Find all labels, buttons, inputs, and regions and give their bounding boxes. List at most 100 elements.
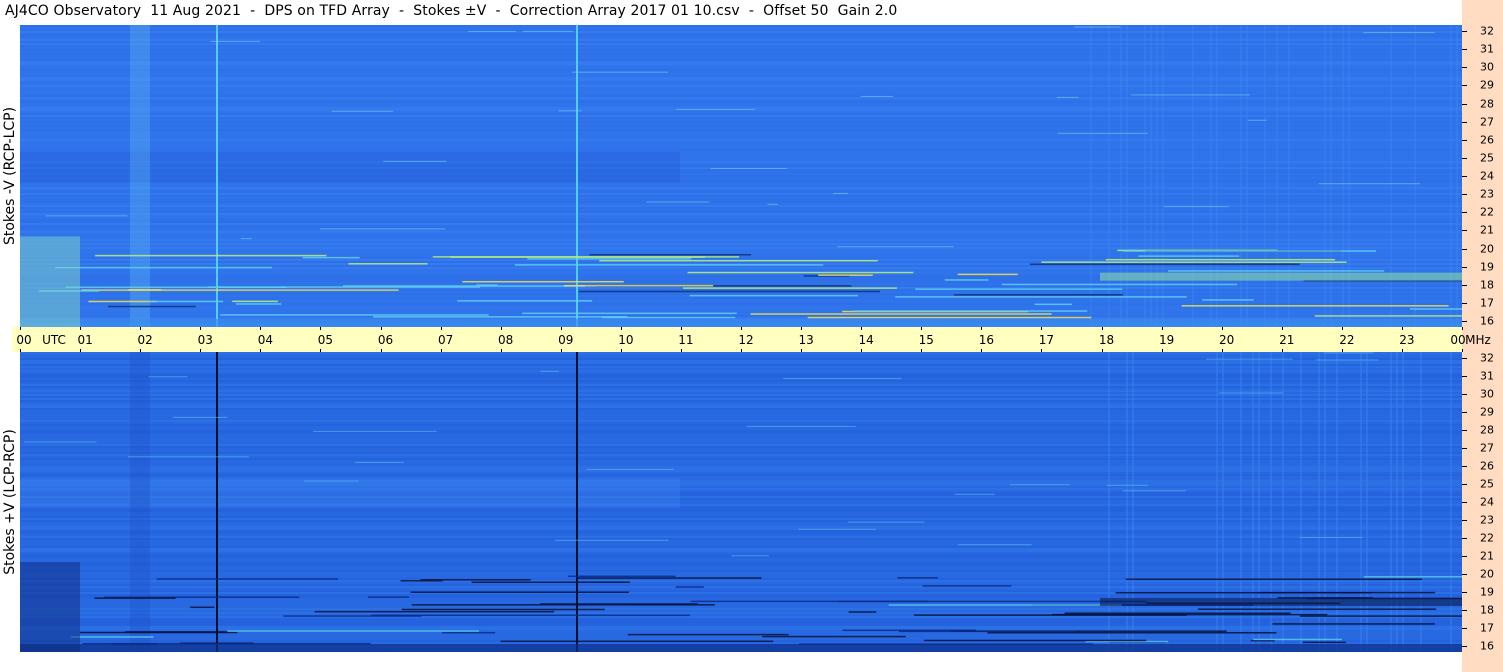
spectrogram-band xyxy=(20,566,1462,568)
spectrogram-band xyxy=(20,530,1462,532)
spectrogram-band xyxy=(20,432,1462,434)
spectrogram-band xyxy=(20,223,1462,225)
spectrogram-signal xyxy=(853,310,1088,312)
spectrogram-band xyxy=(20,79,1462,81)
time-tick-mark xyxy=(20,327,21,330)
spectrogram-signal xyxy=(1315,359,1379,361)
spectrogram-signal xyxy=(555,539,669,541)
time-tick-label: 22 xyxy=(1339,333,1355,347)
bottom-panel-ylabel: Stokes +V (LCP-RCP) xyxy=(2,429,19,575)
spectrogram-band xyxy=(20,466,1462,468)
spectrogram-column xyxy=(1336,352,1338,652)
spectrogram-band xyxy=(20,560,1462,562)
spectrogram-signal xyxy=(1056,96,1079,98)
spectrogram-band xyxy=(20,91,1462,93)
spectrogram-column xyxy=(1126,352,1128,652)
spectrogram-band xyxy=(20,516,1462,518)
frequency-tick-mark xyxy=(1462,139,1467,141)
spectrogram-vline xyxy=(576,352,578,652)
spectrogram-band xyxy=(20,149,1462,151)
spectrogram-signal xyxy=(420,579,531,581)
spectrogram-band xyxy=(20,460,1462,462)
time-tick-label: 17 xyxy=(1038,333,1055,347)
spectrogram-signal xyxy=(564,284,714,287)
time-tick-mark xyxy=(620,327,622,330)
time-tick-mark xyxy=(801,327,803,330)
spectrogram-signal xyxy=(107,305,196,308)
spectrogram-signal xyxy=(1323,352,1374,354)
spectrogram-band xyxy=(20,309,1462,311)
spectrogram-band xyxy=(20,386,1462,388)
spectrogram-band xyxy=(20,63,1462,65)
spectrogram-region xyxy=(20,236,80,327)
chart-title: AJ4CO Observatory 11 Aug 2021 - DPS on T… xyxy=(5,3,898,19)
spectrogram-band xyxy=(20,83,1462,85)
spectrogram-signal xyxy=(627,633,789,636)
spectrogram-column xyxy=(1270,352,1272,652)
spectrogram-signal xyxy=(401,608,605,611)
spectrogram-band xyxy=(20,185,1462,187)
spectrogram-signal xyxy=(1122,490,1186,492)
spectrogram-band xyxy=(20,229,1462,231)
spectrogram-band xyxy=(20,39,1462,41)
frequency-tick-label: 18 xyxy=(1480,603,1494,617)
spectrogram-band xyxy=(20,368,1462,370)
spectrogram-signal xyxy=(1272,623,1435,625)
spectrogram-band xyxy=(20,131,1462,133)
spectrogram-signal xyxy=(1041,261,1347,263)
spectrogram-signal xyxy=(848,611,877,613)
time-tick-label: 00 xyxy=(16,333,32,347)
spectrogram-signal xyxy=(1115,592,1372,594)
spectrogram-band xyxy=(20,317,1462,319)
time-tick-label: 15 xyxy=(918,333,934,347)
spectrogram-band xyxy=(20,65,1462,67)
spectrogram-band xyxy=(20,319,1462,327)
spectrogram-band xyxy=(20,468,1462,470)
spectrogram-signal xyxy=(915,288,1123,290)
spectrogram-signal xyxy=(1202,299,1254,301)
spectrogram-column xyxy=(1366,352,1368,652)
time-tick-label: 04 xyxy=(257,333,273,347)
frequency-tick-mark xyxy=(1462,628,1467,629)
spectrogram-signal xyxy=(860,95,893,97)
spectrogram-band xyxy=(20,243,1462,245)
frequency-tick-label: 21 xyxy=(1480,223,1494,237)
frequency-tick-label: 20 xyxy=(1480,567,1494,581)
spectrogram-signal xyxy=(888,604,1122,606)
spectrogram-signal xyxy=(676,108,756,110)
spectrogram-column xyxy=(1216,352,1218,652)
spectrogram-signal xyxy=(782,377,902,379)
spectrogram-band xyxy=(20,27,1462,29)
spectrogram-band xyxy=(20,430,1462,432)
spectrogram-signal xyxy=(462,280,624,283)
spectrogram-band xyxy=(20,123,1462,125)
spectrogram-signal xyxy=(190,606,215,609)
spectrogram-band xyxy=(20,33,1462,35)
spectrogram-column xyxy=(1390,25,1392,327)
spectrogram-signal xyxy=(683,287,898,289)
time-tick-mark xyxy=(1341,327,1343,330)
spectrogram-signal xyxy=(954,493,995,495)
spectrogram-band xyxy=(20,307,1462,309)
spectrogram-signal xyxy=(954,294,1123,296)
spectrogram-band xyxy=(20,542,1462,544)
spectrogram-column xyxy=(1456,25,1458,327)
spectrogram-band xyxy=(20,446,1462,448)
spectrogram-column xyxy=(1450,352,1452,652)
spectrogram-signal xyxy=(1410,308,1462,310)
spectrogram-signal xyxy=(1206,358,1293,360)
spectrogram-column xyxy=(1282,352,1284,652)
frequency-tick-mark xyxy=(1462,284,1467,286)
spectrogram-signal xyxy=(1299,615,1462,617)
spectrogram-band xyxy=(20,574,1462,576)
spectrogram-signal xyxy=(88,300,157,303)
bottom-spectrogram-svg xyxy=(20,352,1462,652)
spectrogram-band xyxy=(20,524,1462,526)
spectrogram-band xyxy=(20,139,1462,141)
spectrogram-signal xyxy=(897,577,938,579)
spectrogram-signal xyxy=(1130,94,1251,96)
time-tick-label: 14 xyxy=(858,333,874,347)
spectrogram-band xyxy=(20,454,1462,456)
spectrogram-signal xyxy=(1100,272,1462,281)
spectrogram-column xyxy=(1216,25,1218,327)
